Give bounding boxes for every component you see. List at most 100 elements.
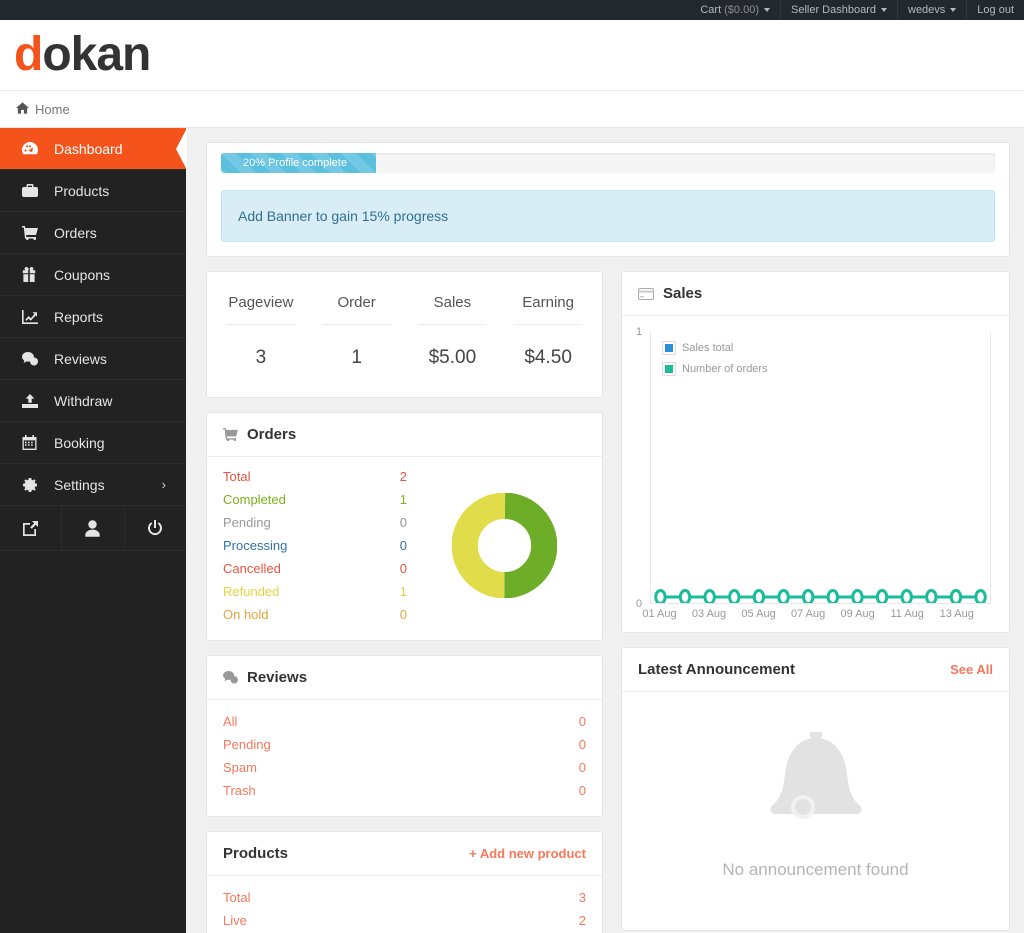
sidebar-tools — [0, 506, 186, 551]
stat-value: 3 — [213, 325, 309, 369]
breadcrumb-home-label[interactable]: Home — [35, 102, 70, 117]
sidebar-item-label: Settings — [54, 477, 105, 493]
announcement-header: Latest Announcement See All — [622, 648, 1009, 692]
orders-row-value: 0 — [377, 603, 407, 626]
sidebar-item-label: Coupons — [54, 267, 110, 283]
progress-wrapper: 20% Profile complete — [207, 143, 1009, 173]
bell-icon — [761, 732, 871, 842]
adminbar-item-account[interactable]: wedevs — [897, 0, 966, 20]
external-link-icon[interactable] — [0, 506, 62, 550]
site-header: dokan — [0, 20, 1024, 91]
power-icon[interactable] — [125, 506, 186, 550]
sidebar-item-dashboard[interactable]: Dashboard — [0, 128, 186, 170]
sidebar-item-orders[interactable]: Orders — [0, 212, 186, 254]
breadcrumb: Home — [0, 91, 1024, 128]
orders-row-label[interactable]: Completed — [223, 488, 377, 511]
sidebar-item-label: Products — [54, 183, 109, 199]
sidebar-item-products[interactable]: Products — [0, 170, 186, 212]
list-item-label[interactable]: Pending — [223, 733, 579, 756]
list-item-value: 0 — [579, 733, 586, 756]
sidebar-item-coupons[interactable]: Coupons — [0, 254, 186, 296]
stat-order: Order1 — [309, 294, 405, 369]
adminbar-cart-total: ($0.00) — [724, 4, 759, 16]
list-item-label[interactable]: Live — [223, 909, 579, 932]
orders-row[interactable]: Refunded1 — [223, 580, 407, 603]
list-item-label[interactable]: Trash — [223, 779, 579, 802]
sidebar-item-withdraw[interactable]: Withdraw — [0, 380, 186, 422]
orders-row[interactable]: On hold0 — [223, 603, 407, 626]
list-item-label[interactable]: All — [223, 710, 579, 733]
x-axis-tick: 01 Aug — [642, 608, 676, 620]
stats-row: Pageview3Order1Sales$5.00Earning$4.50 — [207, 272, 602, 397]
home-icon — [16, 102, 29, 117]
orders-row-label[interactable]: Refunded — [223, 580, 377, 603]
list-item[interactable]: Total3 — [223, 886, 586, 909]
adminbar-item-cart[interactable]: Cart ($0.00) — [690, 0, 780, 20]
adminbar-item-seller-dashboard[interactable]: Seller Dashboard — [780, 0, 897, 20]
adminbar-cart-label: Cart — [700, 4, 721, 16]
announcement-panel: Latest Announcement See All No — [621, 647, 1010, 931]
right-column: Sales 1 0 Sales totalNumber of orders 01… — [621, 271, 1010, 933]
orders-row[interactable]: Pending0 — [223, 511, 407, 534]
sidebar-item-reviews[interactable]: Reviews — [0, 338, 186, 380]
sidebar-item-booking[interactable]: Booking — [0, 422, 186, 464]
orders-row[interactable]: Total2 — [223, 465, 407, 488]
sidebar-item-label: Dashboard — [54, 141, 123, 157]
chevron-down-icon — [764, 8, 770, 12]
list-item[interactable]: Pending0 — [223, 733, 586, 756]
orders-row[interactable]: Completed1 — [223, 488, 407, 511]
orders-row-value: 0 — [377, 511, 407, 534]
products-header: Products + Add new product — [207, 832, 602, 876]
orders-row-label[interactable]: Cancelled — [223, 557, 377, 580]
upload-icon — [22, 394, 48, 408]
orders-row-label[interactable]: Total — [223, 465, 377, 488]
adminbar-account-label: wedevs — [908, 4, 945, 16]
sidebar-item-label: Booking — [54, 435, 105, 451]
adminbar-item-logout[interactable]: Log out — [966, 0, 1024, 20]
stat-label: Earning — [514, 294, 582, 325]
chevron-right-icon: › — [162, 477, 166, 492]
see-all-button[interactable]: See All — [950, 662, 993, 677]
x-axis-tick: 09 Aug — [841, 608, 875, 620]
orders-header: Orders — [207, 413, 602, 457]
list-item-label[interactable]: Total — [223, 886, 579, 909]
list-item[interactable]: Live2 — [223, 909, 586, 932]
list-item[interactable]: All0 — [223, 710, 586, 733]
orders-status-list: Total2Completed1Pending0Processing0Cance… — [207, 465, 407, 626]
orders-row-label[interactable]: Pending — [223, 511, 377, 534]
sidebar-item-settings[interactable]: Settings › — [0, 464, 186, 506]
announcement-empty-text: No announcement found — [722, 860, 908, 880]
list-item-label[interactable]: Spam — [223, 756, 579, 779]
sidebar-item-reports[interactable]: Reports — [0, 296, 186, 338]
orders-row-label[interactable]: Processing — [223, 534, 377, 557]
orders-row-value: 1 — [377, 580, 407, 603]
products-panel: Products + Add new product Total3Live2Of… — [206, 831, 603, 933]
list-item-value: 0 — [579, 710, 586, 733]
list-item-value: 0 — [579, 779, 586, 802]
stat-value: $5.00 — [405, 325, 501, 369]
user-icon[interactable] — [62, 506, 124, 550]
add-new-product-button[interactable]: + Add new product — [469, 846, 586, 861]
orders-row[interactable]: Processing0 — [223, 534, 407, 557]
x-axis-tick: 11 Aug — [890, 608, 923, 620]
orders-row-label[interactable]: On hold — [223, 603, 377, 626]
progress-bar: 20% Profile complete — [221, 153, 376, 173]
orders-row-value: 0 — [377, 557, 407, 580]
admin-bar: Cart ($0.00) Seller Dashboard wedevs Log… — [0, 0, 1024, 20]
sales-chart: 1 0 Sales totalNumber of orders 01 Aug03… — [636, 326, 995, 626]
dokan-logo[interactable]: dokan — [14, 31, 150, 79]
reviews-panel: Reviews All0Pending0Spam0Trash0 — [206, 655, 603, 817]
orders-row[interactable]: Cancelled0 — [223, 557, 407, 580]
progress-label: 20% Profile complete — [243, 157, 347, 169]
announcement-title: Latest Announcement — [638, 661, 795, 678]
sidebar-item-label: Withdraw — [54, 393, 112, 409]
list-item[interactable]: Spam0 — [223, 756, 586, 779]
card-icon — [638, 288, 654, 300]
logo-initial: d — [14, 28, 42, 81]
cart-icon — [22, 226, 48, 240]
list-item-value: 3 — [579, 886, 586, 909]
page-layout: Dashboard Products Orders Coupons Report — [0, 128, 1024, 933]
orders-row-value: 0 — [377, 534, 407, 557]
stat-value: $4.50 — [500, 325, 596, 369]
list-item[interactable]: Trash0 — [223, 779, 586, 802]
